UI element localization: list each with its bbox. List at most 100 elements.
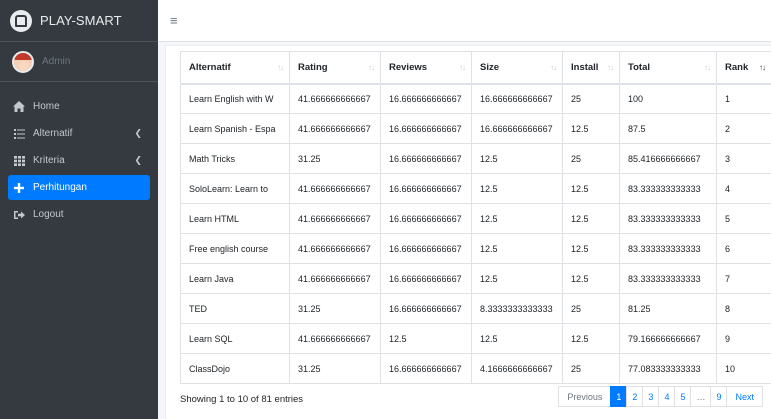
sidebar-item-perhitungan[interactable]: Perhitungan [8,175,150,200]
table-row: SoloLearn: Learn to 41.666666666667 16.666… [180,173,771,204]
brand-name: PLAY-SMART [40,13,122,28]
user-panel[interactable]: Admin [0,42,158,82]
table-cell: 16.666666666667 [380,293,472,324]
sidebar-item-home[interactable]: Home [8,94,150,119]
table-cell: 83.333333333333 [619,263,717,294]
page-button-3[interactable]: 3 [642,386,660,407]
next-page-button[interactable]: Next [726,386,763,407]
sort-icon: ↑↓ [277,63,284,72]
table-cell: Learn Java [180,263,290,294]
table-cell: 31.25 [289,293,381,324]
chevron-left-icon: ❮ [134,155,142,165]
sidebar-item-label: Logout [33,209,64,220]
table-cell: 16.666666666667 [380,143,472,174]
table-header-row: Alternatif ↑↓ Rating ↑↓ Reviews ↑↓ Size ↑↓ I… [180,51,771,85]
top-navbar: ≡ [158,0,771,42]
table-cell: 16.666666666667 [380,83,472,114]
table-cell: Free english course [180,233,290,264]
previous-page-button[interactable]: Previous [558,386,612,407]
table-cell: 16.666666666667 [380,113,472,144]
sort-icon: ↑↓ [550,63,557,72]
table-cell: 41.666666666667 [289,263,381,294]
column-header-rating[interactable]: Rating ↑↓ [289,51,381,85]
sidebar-item-alternatif[interactable]: Alternatif ❮ [8,121,150,146]
column-header-reviews[interactable]: Reviews ↑↓ [380,51,472,85]
table-cell: 8 [716,293,771,324]
table-cell: 16.666666666667 [471,113,563,144]
table-cell: 25 [562,353,620,384]
sidebar-item-kriteria[interactable]: Kriteria ❮ [8,148,150,173]
table-cell: 41.666666666667 [289,203,381,234]
table-cell: 100 [619,83,717,114]
table-cell: 83.333333333333 [619,203,717,234]
sidebar-item-label: Perhitungan [33,182,87,193]
sidebar: PLAY-SMART Admin Home Alternatif ❮ Krite… [0,0,158,419]
table-cell: TED [180,293,290,324]
page-button-1[interactable]: 1 [610,386,628,407]
table-cell: 12.5 [471,203,563,234]
column-header-install[interactable]: Install ↑↓ [562,51,620,85]
results-card: Alternatif ↑↓ Rating ↑↓ Reviews ↑↓ Size ↑↓ I… [166,46,771,419]
table-cell: 12.5 [471,173,563,204]
table-cell: Learn English with W [180,83,290,114]
table-cell: 41.666666666667 [289,173,381,204]
user-name[interactable]: Admin [42,56,70,67]
table-icon [11,155,27,166]
menu-toggle-icon[interactable]: ≡ [170,13,178,28]
table-cell: SoloLearn: Learn to [180,173,290,204]
column-header-alternatif[interactable]: Alternatif ↑↓ [180,51,290,85]
results-table: Alternatif ↑↓ Rating ↑↓ Reviews ↑↓ Size ↑↓ I… [180,51,771,384]
page-button-9[interactable]: 9 [710,386,728,407]
table-cell: 16.666666666667 [471,83,563,114]
list-icon [11,128,27,139]
table-cell: 9 [716,323,771,354]
table-cell: 25 [562,143,620,174]
table-cell: Learn HTML [180,203,290,234]
table-cell: 87.5 [619,113,717,144]
table-cell: 4 [716,173,771,204]
table-cell: 12.5 [562,203,620,234]
table-cell: 12.5 [562,323,620,354]
page-button-5[interactable]: 5 [674,386,692,407]
pagination: Previous 1 2 3 4 5 … 9 Next [558,386,763,407]
table-row: Math Tricks 31.25 16.666666666667 12.5 25 85.… [180,143,771,174]
brand-link[interactable]: PLAY-SMART [0,0,158,42]
sort-icon: ↑↓ [368,63,375,72]
table-cell: 16.666666666667 [380,353,472,384]
table-cell: 31.25 [289,353,381,384]
table-cell: 41.666666666667 [289,233,381,264]
sidebar-nav: Home Alternatif ❮ Kriteria ❮ Perhitungan [0,82,158,227]
table-cell: 12.5 [380,323,472,354]
table-cell: Math Tricks [180,143,290,174]
table-cell: 3 [716,143,771,174]
column-header-size[interactable]: Size ↑↓ [471,51,563,85]
table-cell: 77.083333333333 [619,353,717,384]
sidebar-item-label: Alternatif [33,128,73,139]
column-header-rank[interactable]: Rank ↑↓ [716,51,771,85]
page-button-4[interactable]: 4 [658,386,676,407]
page-button-2[interactable]: 2 [626,386,644,407]
main-content: Alternatif ↑↓ Rating ↑↓ Reviews ↑↓ Size ↑↓ I… [158,42,771,419]
table-cell: 12.5 [562,263,620,294]
sidebar-item-logout[interactable]: Logout [8,202,150,227]
table-cell: 12.5 [562,113,620,144]
table-row: Learn SQL 41.666666666667 12.5 12.5 12.5 79.1… [180,323,771,354]
table-cell: 81.25 [619,293,717,324]
table-info: Showing 1 to 10 of 81 entries [180,394,304,405]
table-cell: Learn SQL [180,323,290,354]
table-cell: 41.666666666667 [289,83,381,114]
table-row: Learn Java 41.666666666667 16.666666666667… [180,263,771,294]
chevron-left-icon: ❮ [134,128,142,138]
brand-logo-icon [10,9,32,32]
table-cell: 4.1666666666667 [471,353,563,384]
home-icon [11,101,27,112]
plus-icon [11,182,27,193]
table-cell: 12.5 [471,263,563,294]
table-cell: 10 [716,353,771,384]
table-cell: 16.666666666667 [380,203,472,234]
sort-icon: ↑↓ [607,63,614,72]
avatar [12,50,34,73]
table-cell: 7 [716,263,771,294]
sidebar-item-label: Home [33,101,60,112]
column-header-total[interactable]: Total ↑↓ [619,51,717,85]
